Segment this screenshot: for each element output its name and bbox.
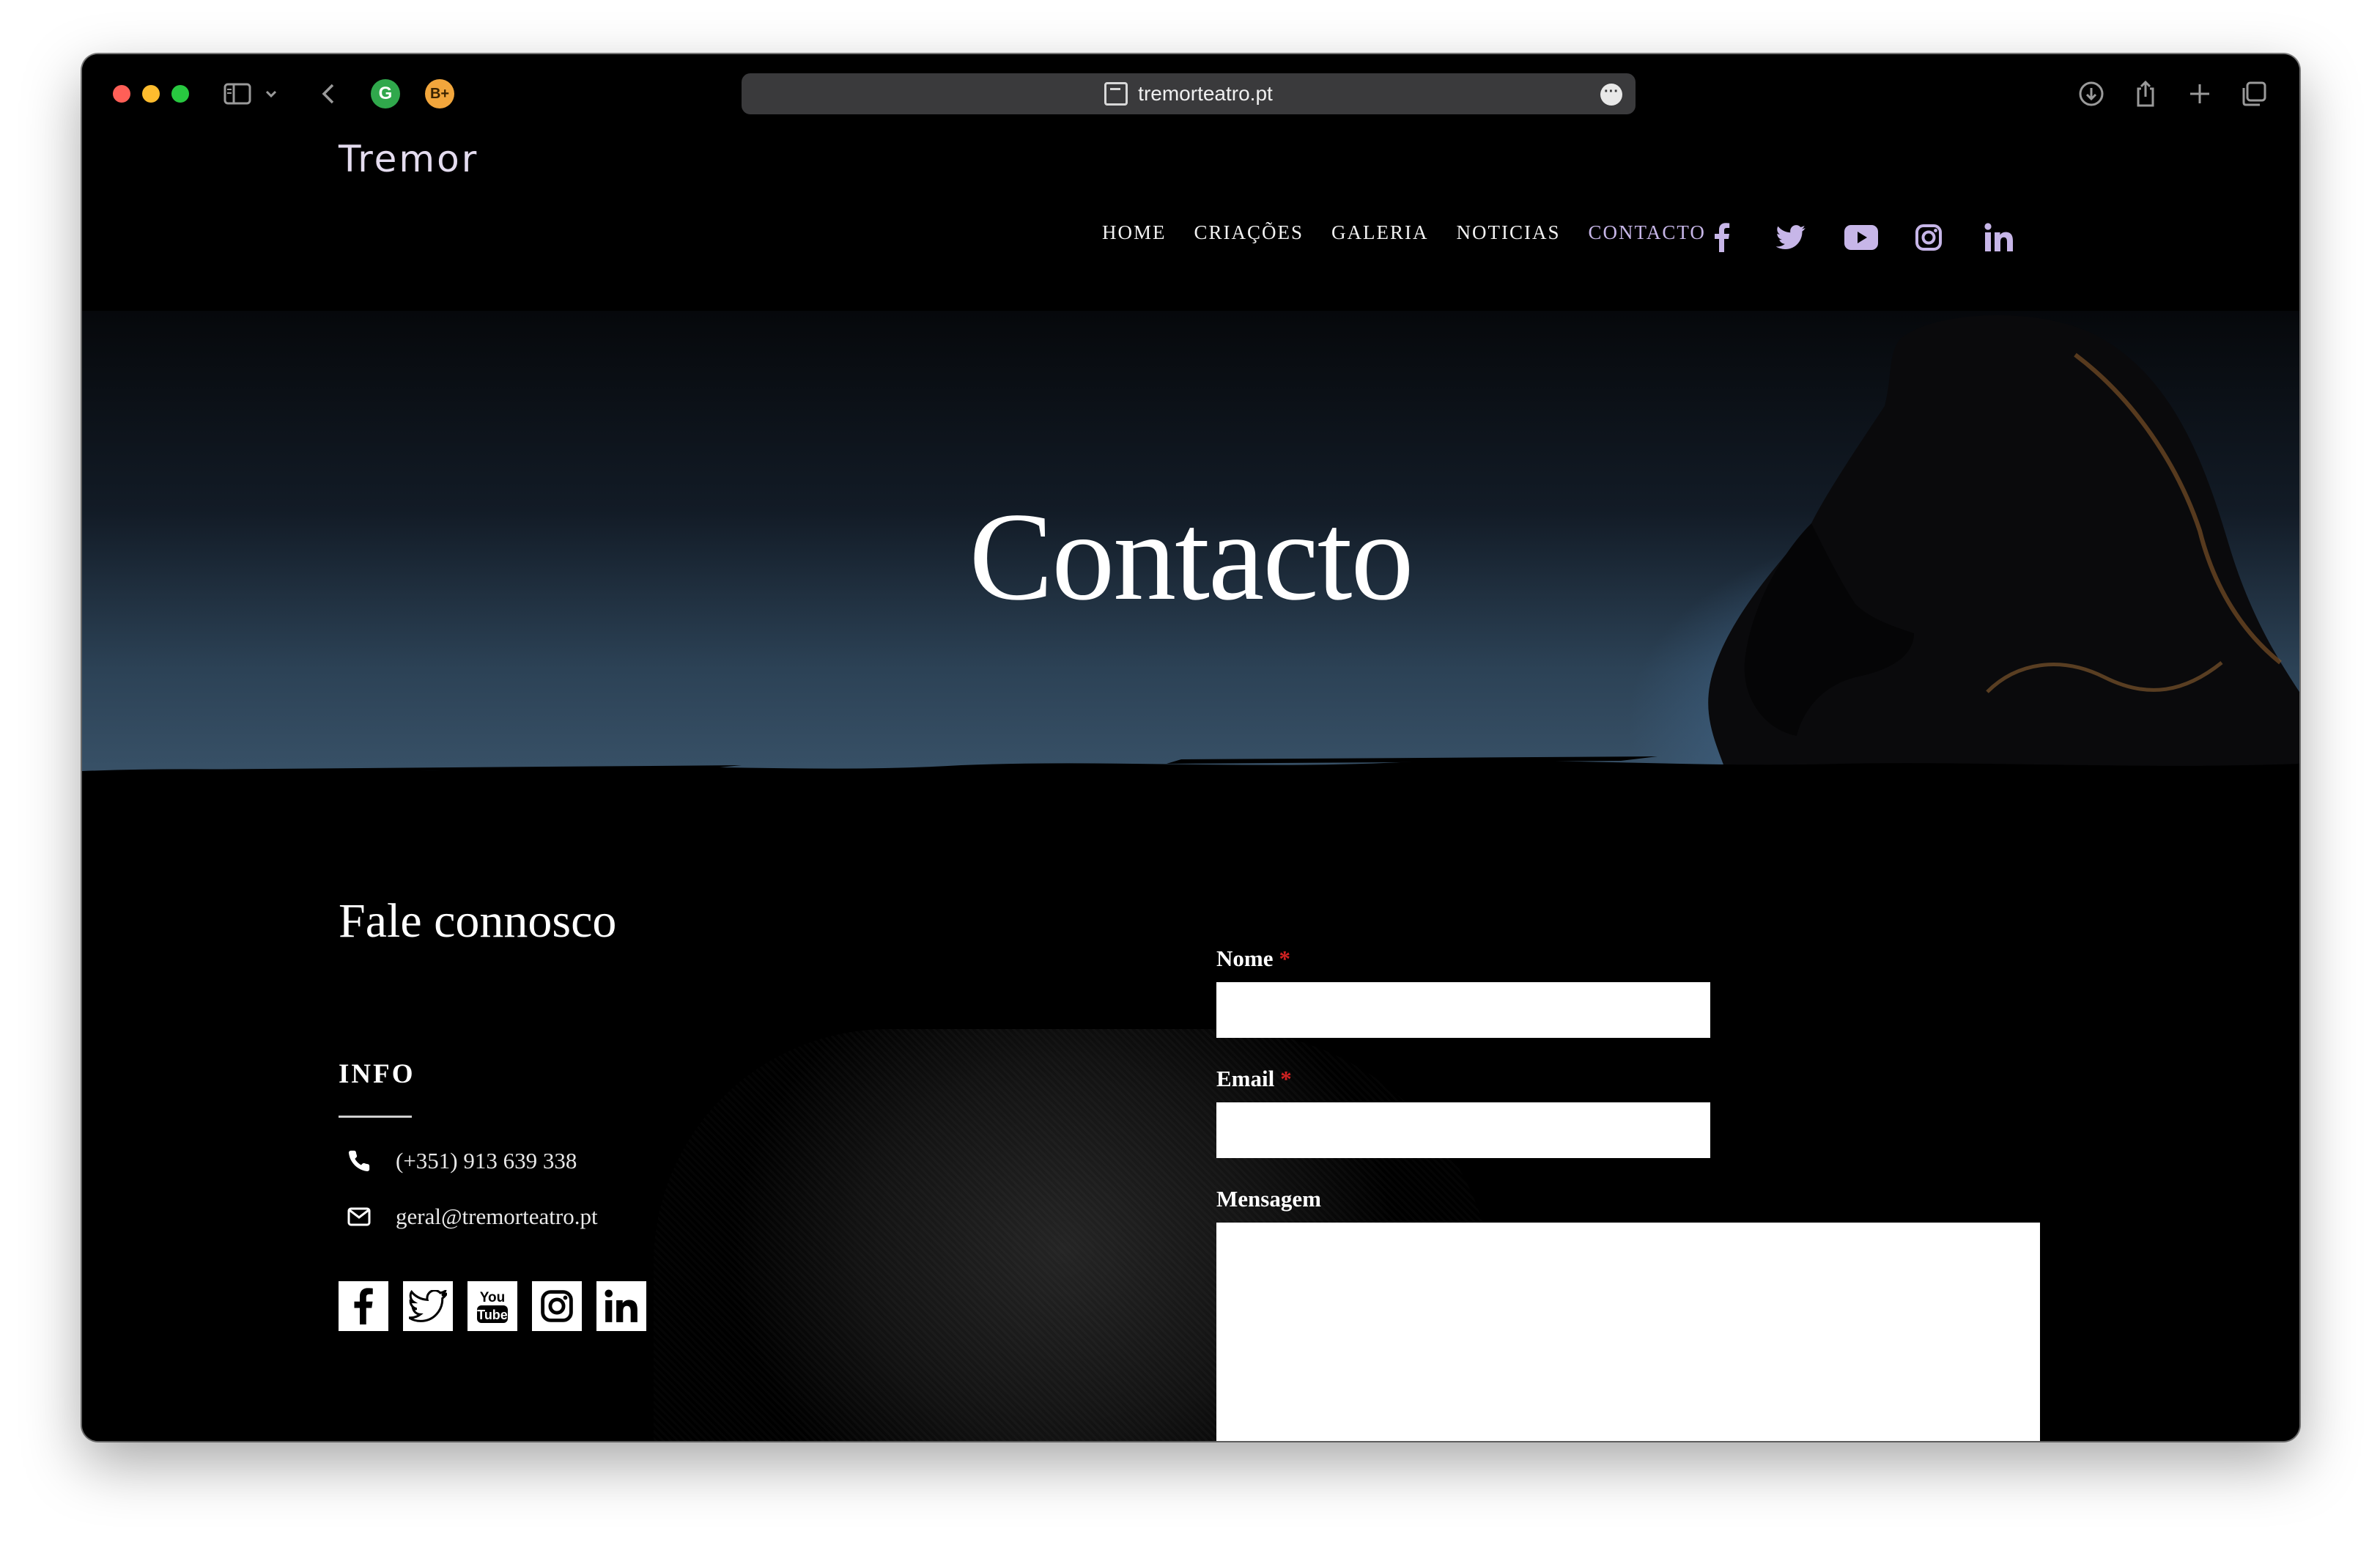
name-field[interactable] — [1216, 982, 1710, 1038]
linkedin-icon[interactable] — [1977, 215, 2021, 259]
message-label: Mensagem — [1216, 1186, 1321, 1212]
main-nav: HOME CRIAÇÕES GALERIA NOTICIAS CONTACTO — [1102, 221, 1734, 244]
browser-toolbar: G B+ tremorteatro.pt ··· — [82, 54, 2299, 130]
phone-line: (+351) 913 639 338 — [344, 1146, 577, 1176]
nav-contacto[interactable]: CONTACTO — [1589, 221, 1706, 244]
message-label-text: Mensagem — [1216, 1186, 1321, 1212]
email-address[interactable]: geral@tremorteatro.pt — [396, 1204, 598, 1230]
more-options-icon[interactable]: ··· — [1600, 84, 1622, 106]
instagram-icon[interactable] — [532, 1281, 582, 1331]
phone-icon — [344, 1146, 374, 1176]
zoom-window-button[interactable] — [171, 85, 189, 103]
youtube-icon[interactable] — [1839, 215, 1883, 259]
brush-stroke-divider — [82, 756, 2299, 809]
twitter-icon[interactable] — [403, 1281, 453, 1331]
contact-heading: Fale connosco — [339, 894, 617, 948]
bplus-extension-icon[interactable]: B+ — [425, 79, 454, 108]
info-heading: INFO — [339, 1059, 415, 1089]
nav-noticias[interactable]: NOTICIAS — [1457, 221, 1561, 244]
close-window-button[interactable] — [113, 85, 130, 103]
required-mark: * — [1279, 946, 1290, 971]
svg-text:You: You — [480, 1290, 505, 1305]
name-label-text: Nome — [1216, 946, 1274, 971]
email-label-text: Email — [1216, 1066, 1275, 1091]
logo-text: Tremor — [339, 138, 479, 180]
svg-text:Tube: Tube — [477, 1308, 508, 1322]
chevron-down-icon[interactable] — [262, 78, 280, 110]
share-icon[interactable] — [2129, 78, 2162, 110]
back-icon[interactable] — [315, 78, 341, 110]
linkedin-icon[interactable] — [596, 1281, 646, 1331]
sidebar-toggle-icon[interactable] — [221, 78, 254, 110]
youtube-icon[interactable]: You Tube — [468, 1281, 517, 1331]
nav-criacoes[interactable]: CRIAÇÕES — [1194, 221, 1304, 244]
email-label: Email * — [1216, 1066, 1292, 1092]
message-field[interactable] — [1216, 1223, 2040, 1441]
facebook-icon[interactable] — [339, 1281, 388, 1331]
phone-number[interactable]: (+351) 913 639 338 — [396, 1148, 577, 1174]
address-bar[interactable]: tremorteatro.pt ··· — [742, 73, 1636, 114]
site-favicon-icon — [1104, 82, 1128, 106]
twitter-icon[interactable] — [1769, 215, 1813, 259]
downloads-icon[interactable] — [2075, 78, 2107, 110]
nav-home[interactable]: HOME — [1102, 221, 1167, 244]
url-text: tremorteatro.pt — [1138, 82, 1273, 105]
facebook-icon[interactable] — [1700, 215, 1744, 259]
info-divider — [339, 1116, 412, 1118]
new-tab-icon[interactable] — [2184, 78, 2216, 110]
instagram-icon[interactable] — [1907, 215, 1951, 259]
hero-banner: Contacto — [82, 311, 2299, 809]
tab-overview-icon[interactable] — [2238, 78, 2270, 110]
minimize-window-button[interactable] — [142, 85, 160, 103]
email-field[interactable] — [1216, 1102, 1710, 1158]
email-line: geral@tremorteatro.pt — [344, 1202, 598, 1231]
grammarly-extension-icon[interactable]: G — [371, 79, 400, 108]
browser-window: G B+ tremorteatro.pt ··· Tremor HOME CRI… — [82, 54, 2299, 1441]
nav-galeria[interactable]: GALERIA — [1331, 221, 1428, 244]
name-label: Nome * — [1216, 946, 1290, 972]
page-title: Contacto — [969, 487, 1414, 627]
envelope-icon — [344, 1202, 374, 1231]
required-mark: * — [1280, 1066, 1292, 1091]
